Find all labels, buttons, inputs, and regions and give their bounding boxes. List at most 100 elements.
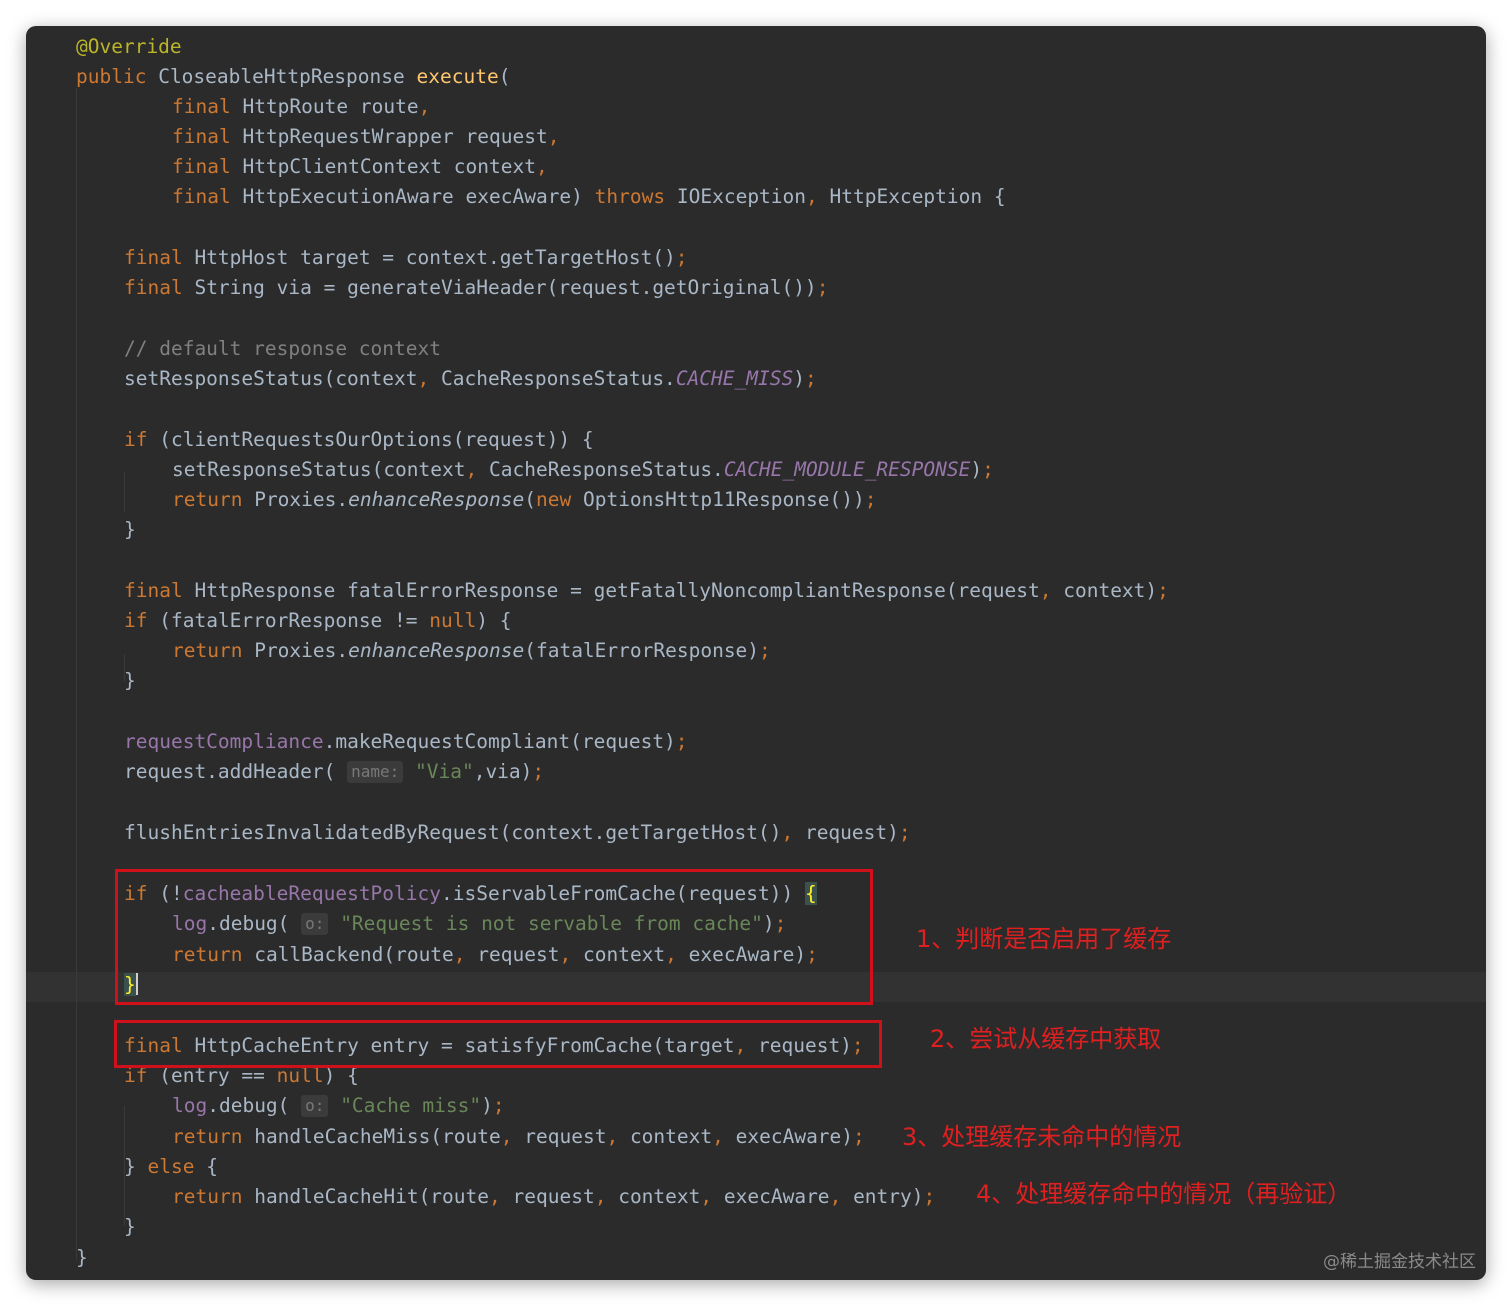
semicolon-token: ; [532,760,545,783]
string-token: "Via" [415,760,474,783]
code-line-15[interactable]: setResponseStatus(context, CacheResponse… [172,455,994,485]
param-token: HttpRequestWrapper request [242,125,548,148]
semicolon-token: ; [492,1094,505,1117]
annotation-note-3: 3、处理缓存未命中的情况 [902,1123,1182,1151]
keyword-token: final [172,185,231,208]
statement-token: OptionsHttp11Response()) [582,488,865,511]
code-line-38[interactable]: } else { [124,1152,218,1182]
code-line-14[interactable]: if (clientRequestsOurOptions(request)) { [124,425,594,455]
code-line-9[interactable]: final String via = generateViaHeader(req… [124,273,828,303]
code-line-37[interactable]: return handleCacheMiss(route, request, c… [172,1122,865,1152]
statement-token: HttpResponse fatalErrorResponse = getFat… [194,579,1040,602]
code-line-11[interactable]: // default response context [124,334,441,364]
code-line-39[interactable]: return handleCacheHit(route, request, co… [172,1182,935,1212]
code-line-21[interactable]: return Proxies.enhanceResponse(fatalErro… [172,636,771,666]
code-editor[interactable]: @Override public CloseableHttpResponse e… [26,26,1486,1280]
keyword-token: new [535,488,572,511]
code-line-2[interactable]: public CloseableHttpResponse execute( [76,62,510,92]
punct-token: , [606,1125,619,1148]
code-line-6[interactable]: final HttpExecutionAware execAware) thro… [172,182,1006,212]
semicolon-token: ; [759,639,771,662]
statement-token: setResponseStatus(context [172,458,466,481]
keyword-token: final [172,95,231,118]
statement-token: ) [481,1094,493,1117]
code-line-5[interactable]: final HttpClientContext context, [172,152,548,182]
code-line-12[interactable]: setResponseStatus(context, CacheResponse… [124,364,817,394]
statement-token: .makeRequestCompliant(request) [323,730,676,753]
code-line-41[interactable]: } [76,1243,88,1273]
statement-token: flushEntriesInvalidatedByRequest(context… [124,821,782,844]
semicolon-token: ; [898,821,911,844]
indent-guide [76,88,77,1260]
statement-token: request.addHeader( [124,760,336,783]
statement-token: .debug( [207,1094,290,1117]
statement-token: (fatalErrorResponse != [159,609,430,632]
statement-token: HttpHost target = context.getTargetHost(… [194,246,676,269]
param-token: HttpRoute route [242,95,419,118]
punct-token: , [712,1125,724,1148]
punct-token: , [806,185,818,208]
code-line-17[interactable]: } [124,515,136,545]
keyword-token: public [76,65,147,88]
static-method-token: enhanceResponse [348,639,525,662]
code-line-22[interactable]: } [124,666,136,696]
code-line-1[interactable]: @Override [76,32,182,62]
statement-token: handleCacheMiss(route [254,1125,501,1148]
keyword-token: return [172,639,243,662]
statement-token: Proxies. [254,639,349,662]
statement-token: (fatalErrorResponse) [524,639,760,662]
semicolon-token: ; [1157,579,1169,602]
type-token: CloseableHttpResponse [158,65,405,88]
comment-token: // default response context [124,337,441,360]
keyword-token: final [124,579,183,602]
code-line-20[interactable]: if (fatalErrorResponse != null) { [124,606,511,636]
punct-token: , [594,1185,607,1208]
semicolon-token: ; [864,488,877,511]
param-token: HttpExecutionAware execAware) [242,185,583,208]
code-line-19[interactable]: final HttpResponse fatalErrorResponse = … [124,576,1169,606]
code-line-4[interactable]: final HttpRequestWrapper request, [172,122,559,152]
field-token: log [172,1094,208,1117]
punct-token: , [465,458,478,481]
keyword-token: return [172,1185,243,1208]
punct-token: , [417,367,430,390]
punct-token: , [500,1125,513,1148]
annotation-note-4: 4、处理缓存命中的情况（再验证） [976,1180,1352,1208]
annotation-token: @Override [76,35,182,58]
param-hint: o: [301,1095,329,1117]
code-line-3[interactable]: final HttpRoute route, [172,92,430,122]
keyword-token: return [172,488,243,511]
code-line-36[interactable]: log.debug( o: "Cache miss"); [172,1091,505,1121]
statement-token: request) [804,821,899,844]
statement-token: context [618,1185,701,1208]
punct-token: , [781,821,794,844]
punct-token: , [489,1185,501,1208]
keyword-token: final [172,125,231,148]
keyword-token: throws [594,185,666,208]
code-line-24[interactable]: requestCompliance.makeRequestCompliant(r… [124,727,688,757]
keyword-token: final [124,246,183,269]
code-line-8[interactable]: final HttpHost target = context.getTarge… [124,243,688,273]
static-method-token: enhanceResponse [348,488,525,511]
field-token: requestCompliance [124,730,324,753]
statement-token: Proxies. [254,488,349,511]
code-line-25[interactable]: request.addHeader( name: "Via",via); [124,757,544,787]
keyword-token: final [172,155,231,178]
punct-token: , [535,155,548,178]
code-line-40[interactable]: } [124,1212,136,1242]
annotation-note-1: 1、判断是否启用了缓存 [916,925,1172,953]
method-name-token: execute [416,65,499,88]
keyword-token: else [147,1155,195,1178]
punct-token: , [700,1185,713,1208]
code-line-27[interactable]: flushEntriesInvalidatedByRequest(context… [124,818,911,848]
indent-guide [124,472,125,512]
statement-token: request [524,1125,607,1148]
statement-token: (clientRequestsOurOptions(request)) { [159,428,594,451]
statement-token: { [194,1155,218,1178]
code-line-16[interactable]: return Proxies.enhanceResponse(new Optio… [172,485,876,515]
statement-token: setResponseStatus(context [124,367,418,390]
statement-token: handleCacheHit(route [254,1185,490,1208]
semicolon-token: ; [816,276,829,299]
paren-token: ( [498,65,511,88]
statement-token: entry) [853,1185,924,1208]
